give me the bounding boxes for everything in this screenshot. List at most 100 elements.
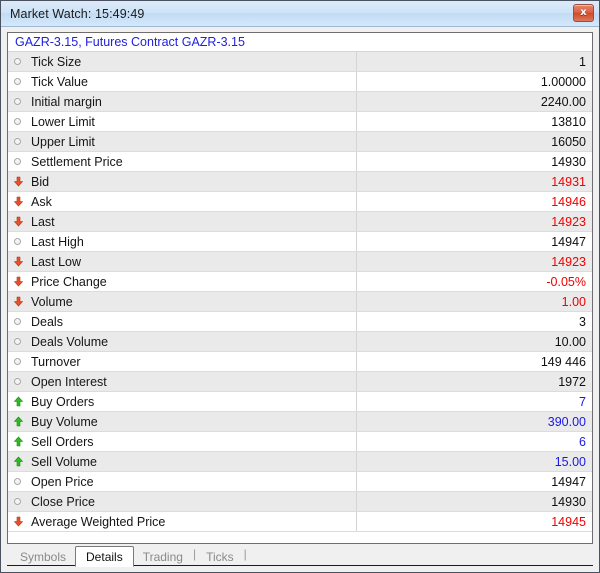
table-row[interactable]: Average Weighted Price 14945 bbox=[8, 512, 592, 532]
property-label: Last High bbox=[31, 234, 84, 249]
property-value-cell: 1.00 bbox=[357, 292, 592, 311]
table-row[interactable]: Deals 3 bbox=[8, 312, 592, 332]
property-name-cell: Settlement Price bbox=[8, 152, 357, 171]
table-row[interactable]: Initial margin 2240.00 bbox=[8, 92, 592, 112]
property-value-cell: 14947 bbox=[357, 232, 592, 251]
property-value: 149 446 bbox=[540, 354, 586, 369]
table-row[interactable]: Volume 1.00 bbox=[8, 292, 592, 312]
property-label: Price Change bbox=[31, 274, 107, 289]
details-panel: GAZR-3.15, Futures Contract GAZR-3.15 Ti… bbox=[7, 32, 593, 544]
property-name-cell: Lower Limit bbox=[8, 112, 357, 131]
property-label: Bid bbox=[31, 174, 50, 189]
property-label: Deals bbox=[31, 314, 63, 329]
property-name-cell: Initial margin bbox=[8, 92, 357, 111]
neutral-dot-icon bbox=[13, 496, 24, 507]
property-value-cell: 6 bbox=[357, 432, 592, 451]
property-value: 16050 bbox=[551, 134, 586, 149]
table-row[interactable]: Bid 14931 bbox=[8, 172, 592, 192]
table-row[interactable]: Settlement Price 14930 bbox=[8, 152, 592, 172]
table-row[interactable]: Tick Size 1 bbox=[8, 52, 592, 72]
property-value: 14946 bbox=[551, 194, 586, 209]
arrow-down-icon bbox=[13, 196, 24, 207]
property-name-cell: Volume bbox=[8, 292, 357, 311]
table-row[interactable]: Deals Volume 10.00 bbox=[8, 332, 592, 352]
table-row[interactable]: Sell Orders 6 bbox=[8, 432, 592, 452]
table-row[interactable]: Open Interest 1972 bbox=[8, 372, 592, 392]
property-label: Sell Volume bbox=[31, 454, 98, 469]
table-row[interactable]: Tick Value 1.00000 bbox=[8, 72, 592, 92]
neutral-dot-icon bbox=[13, 156, 24, 167]
tab-trading[interactable]: Trading bbox=[134, 547, 192, 566]
property-name-cell: Last bbox=[8, 212, 357, 231]
table-row[interactable]: Turnover 149 446 bbox=[8, 352, 592, 372]
symbol-header-text: GAZR-3.15, Futures Contract GAZR-3.15 bbox=[15, 35, 245, 49]
property-label: Last Low bbox=[31, 254, 82, 269]
property-value-cell: 14923 bbox=[357, 252, 592, 271]
table-row[interactable]: Ask 14946 bbox=[8, 192, 592, 212]
property-value-cell: 13810 bbox=[357, 112, 592, 131]
table-row[interactable]: Open Price 14947 bbox=[8, 472, 592, 492]
neutral-dot-icon bbox=[13, 116, 24, 127]
table-row[interactable]: Last 14923 bbox=[8, 212, 592, 232]
property-value-cell: 14946 bbox=[357, 192, 592, 211]
property-value-cell: 14930 bbox=[357, 492, 592, 511]
symbol-header-row: GAZR-3.15, Futures Contract GAZR-3.15 bbox=[8, 33, 592, 52]
close-button[interactable]: x bbox=[573, 4, 594, 22]
property-value: 1972 bbox=[558, 374, 586, 389]
arrow-up-icon bbox=[13, 436, 24, 447]
property-label: Open Price bbox=[31, 474, 94, 489]
neutral-dot-icon bbox=[13, 476, 24, 487]
table-row[interactable]: Price Change -0.05% bbox=[8, 272, 592, 292]
property-name-cell: Ask bbox=[8, 192, 357, 211]
table-row[interactable]: Last Low 14923 bbox=[8, 252, 592, 272]
property-value-cell: 1972 bbox=[357, 372, 592, 391]
arrow-up-icon bbox=[13, 456, 24, 467]
property-value: 1 bbox=[579, 54, 586, 69]
property-name-cell: Last Low bbox=[8, 252, 357, 271]
table-row[interactable]: Close Price 14930 bbox=[8, 492, 592, 512]
property-value-cell: 14947 bbox=[357, 472, 592, 491]
property-name-cell: Open Interest bbox=[8, 372, 357, 391]
tab-symbols[interactable]: Symbols bbox=[11, 547, 75, 566]
neutral-dot-icon bbox=[13, 96, 24, 107]
property-label: Open Interest bbox=[31, 374, 107, 389]
property-value: 1.00000 bbox=[540, 74, 586, 89]
arrow-down-icon bbox=[13, 296, 24, 307]
property-value-cell: 14945 bbox=[357, 512, 592, 531]
tab-separator: | bbox=[243, 547, 247, 561]
table-row[interactable]: Last High 14947 bbox=[8, 232, 592, 252]
neutral-dot-icon bbox=[13, 136, 24, 147]
property-value: 14947 bbox=[551, 234, 586, 249]
property-label: Buy Orders bbox=[31, 394, 95, 409]
tab-bar: Symbols Details Trading | Ticks | bbox=[7, 544, 593, 567]
arrow-up-icon bbox=[13, 416, 24, 427]
property-value-cell: 7 bbox=[357, 392, 592, 411]
tab-ticks[interactable]: Ticks bbox=[197, 547, 243, 566]
property-value: 390.00 bbox=[547, 414, 586, 429]
property-label: Tick Size bbox=[31, 54, 82, 69]
property-value-cell: 14931 bbox=[357, 172, 592, 191]
window-titlebar[interactable]: Market Watch: 15:49:49 x bbox=[1, 1, 599, 27]
table-row[interactable]: Sell Volume 15.00 bbox=[8, 452, 592, 472]
property-value-cell: 10.00 bbox=[357, 332, 592, 351]
table-row[interactable]: Buy Orders 7 bbox=[8, 392, 592, 412]
table-row[interactable]: Upper Limit 16050 bbox=[8, 132, 592, 152]
property-value: 14947 bbox=[551, 474, 586, 489]
neutral-dot-icon bbox=[13, 336, 24, 347]
property-value-cell: 3 bbox=[357, 312, 592, 331]
property-value-cell: 390.00 bbox=[357, 412, 592, 431]
table-row[interactable]: Lower Limit 13810 bbox=[8, 112, 592, 132]
tab-details[interactable]: Details bbox=[75, 546, 134, 567]
property-value: 13810 bbox=[551, 114, 586, 129]
property-name-cell: Turnover bbox=[8, 352, 357, 371]
property-value: 10.00 bbox=[554, 334, 586, 349]
property-value-cell: 1 bbox=[357, 52, 592, 71]
close-icon: x bbox=[580, 7, 587, 18]
property-label: Sell Orders bbox=[31, 434, 94, 449]
property-value-cell: 149 446 bbox=[357, 352, 592, 371]
property-name-cell: Open Price bbox=[8, 472, 357, 491]
table-row[interactable]: Buy Volume 390.00 bbox=[8, 412, 592, 432]
property-name-cell: Last High bbox=[8, 232, 357, 251]
neutral-dot-icon bbox=[13, 56, 24, 67]
property-name-cell: Average Weighted Price bbox=[8, 512, 357, 531]
